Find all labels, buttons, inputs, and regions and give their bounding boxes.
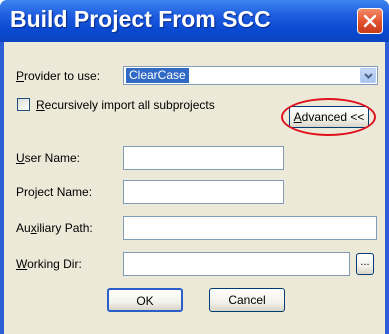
dialog-window: Build Project From SCC Provider to use: …	[0, 0, 389, 334]
username-field[interactable]	[123, 146, 284, 170]
highlight-annotation	[281, 98, 376, 136]
ok-button[interactable]: OK	[107, 288, 183, 312]
close-icon	[363, 14, 377, 28]
provider-label: Provider to use:	[16, 69, 101, 83]
recursive-import-checkbox[interactable]	[17, 98, 30, 111]
title-bar[interactable]: Build Project From SCC	[0, 0, 389, 42]
username-label: User Name:	[16, 151, 81, 165]
working-dir-field[interactable]	[123, 252, 350, 276]
dialog-body: Provider to use: ClearCase Recursively i…	[4, 42, 385, 334]
browse-button[interactable]: ...	[356, 253, 374, 275]
project-name-field[interactable]	[123, 180, 284, 204]
recursive-import-label[interactable]: Recursively import all subprojects	[36, 98, 215, 112]
auxiliary-path-field[interactable]	[123, 216, 377, 240]
project-name-label: Project Name:	[16, 185, 93, 199]
window-title: Build Project From SCC	[10, 6, 271, 32]
provider-dropdown-button[interactable]	[360, 68, 376, 83]
auxiliary-path-label: Auxiliary Path:	[16, 221, 93, 235]
provider-selected-value: ClearCase	[126, 68, 189, 83]
close-button[interactable]	[357, 8, 383, 34]
cancel-button[interactable]: Cancel	[209, 288, 285, 312]
provider-select[interactable]: ClearCase	[123, 66, 378, 85]
working-dir-label: Working Dir:	[16, 257, 82, 271]
chevron-down-icon	[364, 73, 373, 79]
